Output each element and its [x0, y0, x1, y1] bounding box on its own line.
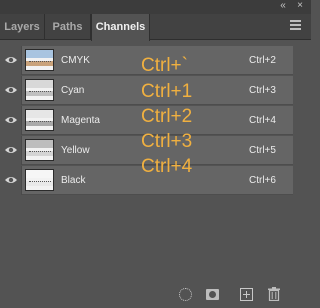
tab-layers[interactable]: Layers [0, 14, 45, 40]
visibility-toggle[interactable] [0, 106, 22, 135]
channel-name: Yellow [61, 145, 90, 156]
eye-icon [5, 87, 17, 93]
thumbnail-sky [26, 50, 53, 58]
tab-channels[interactable]: Channels [91, 14, 150, 41]
thumbnail-detail [29, 151, 51, 154]
channels-panel: « × Layers Paths Channels CMYK Ctrl+2 Cy… [0, 0, 311, 308]
visibility-toggle[interactable] [0, 46, 22, 75]
channel-shortcut: Ctrl+3 [249, 85, 276, 96]
panel-menu-icon[interactable] [290, 20, 304, 34]
channel-thumbnail [25, 109, 54, 131]
eye-icon [5, 117, 17, 123]
channel-row-black[interactable]: Black Ctrl+6 [0, 166, 293, 195]
thumbnail-detail [29, 91, 51, 94]
channel-name: Cyan [61, 85, 85, 96]
thumbnail-detail [29, 121, 51, 124]
thumbnail-sky [26, 80, 53, 88]
delete-channel-icon[interactable] [268, 287, 280, 301]
channel-row-magenta[interactable]: Magenta Ctrl+4 [0, 106, 293, 135]
eye-icon [5, 57, 17, 63]
thumbnail-sky [26, 170, 53, 178]
panel-footer [0, 280, 311, 308]
eye-icon [5, 177, 17, 183]
channel-shortcut: Ctrl+5 [249, 145, 276, 156]
channel-row-cmyk[interactable]: CMYK Ctrl+2 [0, 46, 293, 75]
channel-shortcut: Ctrl+4 [249, 115, 276, 126]
visibility-toggle[interactable] [0, 166, 22, 195]
save-selection-mask-icon[interactable] [206, 289, 219, 300]
visibility-toggle[interactable] [0, 136, 22, 165]
channel-thumbnail [25, 139, 54, 161]
thumbnail-detail [29, 181, 51, 184]
new-channel-icon[interactable] [240, 288, 253, 301]
thumbnail-sky [26, 140, 53, 148]
visibility-toggle[interactable] [0, 76, 22, 105]
load-selection-icon[interactable] [179, 288, 192, 301]
close-icon[interactable]: × [294, 0, 306, 12]
channel-thumbnail [25, 169, 54, 191]
tab-paths[interactable]: Paths [45, 14, 91, 40]
channel-thumbnail [25, 49, 54, 71]
eye-icon [5, 147, 17, 153]
channel-shortcut: Ctrl+2 [249, 55, 276, 66]
channel-name: CMYK [61, 55, 90, 66]
scrollbar[interactable] [293, 41, 311, 273]
channel-row-yellow[interactable]: Yellow Ctrl+5 [0, 136, 293, 165]
channel-name: Black [61, 175, 86, 186]
tab-bar: Layers Paths Channels [0, 14, 311, 41]
panel-top-strip: « × [0, 0, 311, 14]
collapse-icon[interactable]: « [276, 0, 288, 12]
channel-thumbnail [25, 79, 54, 101]
channel-row-cyan[interactable]: Cyan Ctrl+3 [0, 76, 293, 105]
thumbnail-detail [29, 61, 51, 64]
channel-shortcut: Ctrl+6 [249, 175, 276, 186]
channel-name: Magenta [61, 115, 100, 126]
thumbnail-sky [26, 110, 53, 118]
